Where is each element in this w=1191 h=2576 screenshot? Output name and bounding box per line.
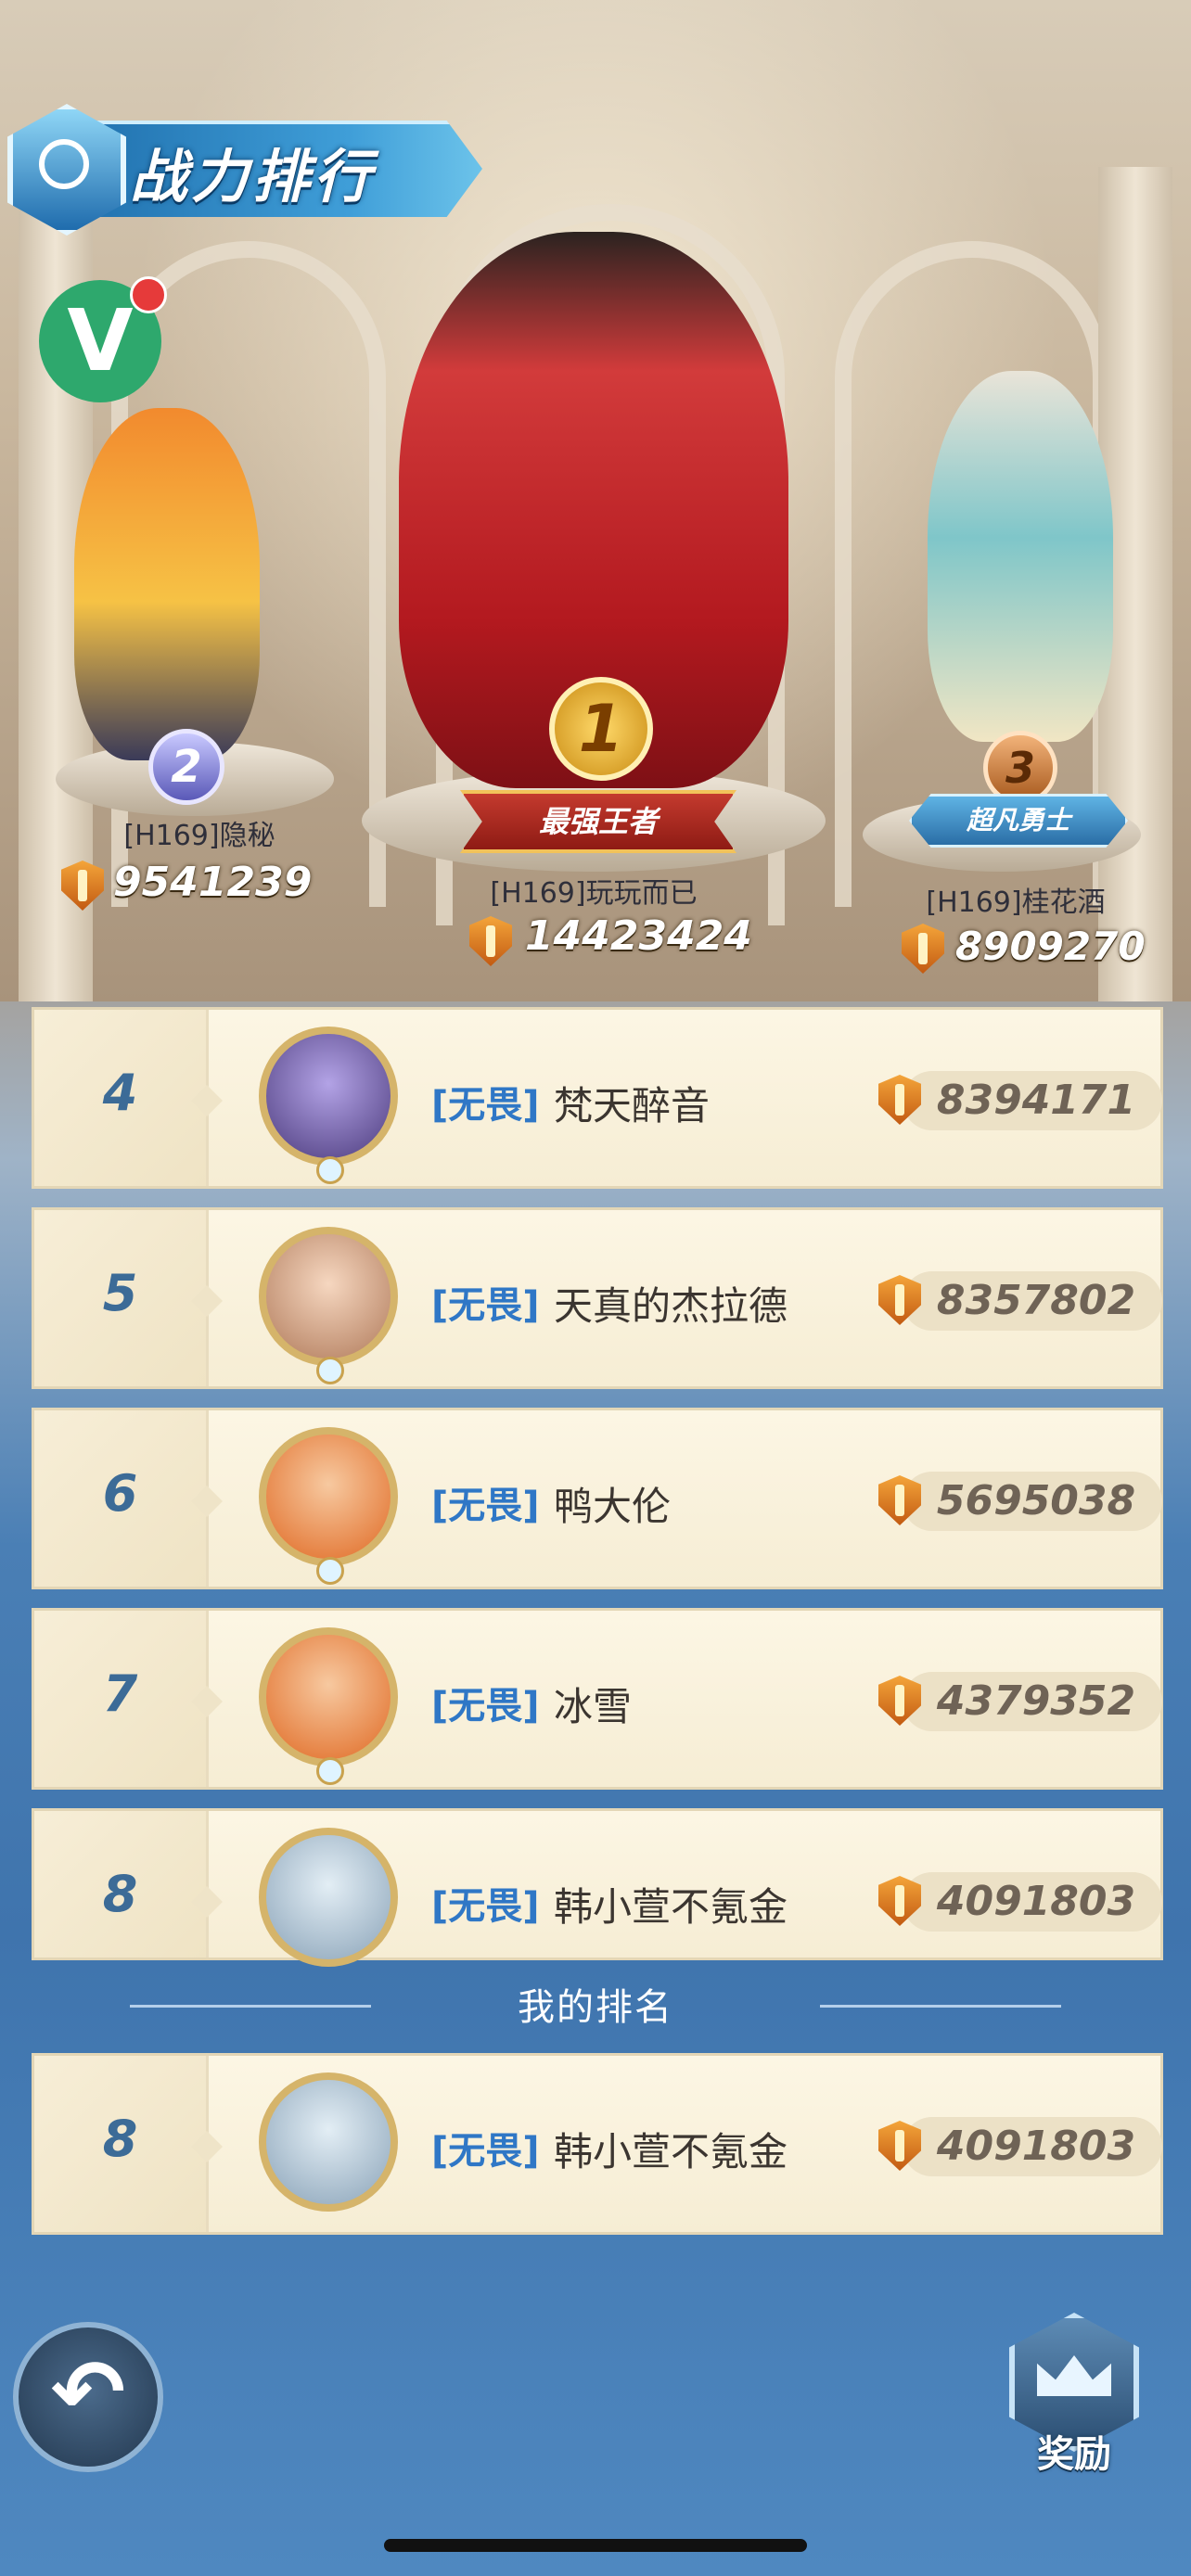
my-player-name: 韩小萱不氪金 bbox=[554, 2129, 788, 2174]
rank1-name: [H169]玩玩而已 bbox=[490, 877, 698, 910]
my-rank-number: 8 bbox=[102, 2110, 138, 2168]
player-avatar[interactable] bbox=[259, 1828, 398, 1967]
player-power: 5695038 bbox=[936, 1477, 1136, 1524]
rank2-name: [H169]隐秘 bbox=[123, 820, 275, 852]
rank-number: 5 bbox=[102, 1264, 138, 1322]
guild-tag: [无畏] bbox=[431, 1485, 540, 1527]
rank2-medal: 2 bbox=[148, 729, 224, 805]
player-name: 冰雪 bbox=[554, 1684, 633, 1729]
avatar-gem-icon bbox=[316, 1757, 344, 1785]
rank2-character[interactable] bbox=[74, 408, 260, 760]
rank1-title-text: 最强王者 bbox=[538, 804, 658, 839]
player-avatar[interactable] bbox=[259, 1627, 398, 1766]
player-power: 8394171 bbox=[936, 1077, 1136, 1124]
player-avatar[interactable] bbox=[259, 1227, 398, 1366]
rank-number: 7 bbox=[102, 1664, 138, 1723]
home-indicator[interactable] bbox=[384, 2539, 807, 2552]
my-rank-row[interactable]: 8 [无畏] 韩小萱不氪金 4091803 bbox=[32, 2053, 1163, 2235]
title-emblem-ring bbox=[39, 139, 89, 189]
guild-tag: [无畏] bbox=[431, 1885, 540, 1928]
rank3-title-text: 超凡勇士 bbox=[966, 805, 1070, 835]
rank1-power: 14423424 bbox=[525, 912, 752, 960]
guild-tag: [无畏] bbox=[431, 1084, 540, 1127]
rank3-character[interactable] bbox=[928, 371, 1113, 742]
notification-dot bbox=[130, 276, 167, 313]
my-rank-label: 我的排名 bbox=[518, 1986, 673, 2029]
player-name: 天真的杰拉德 bbox=[554, 1283, 788, 1329]
player-power: 4379352 bbox=[936, 1677, 1136, 1725]
avatar-gem-icon bbox=[316, 1156, 344, 1184]
page-title: 战力排行 bbox=[130, 143, 376, 210]
guild-tag: [无畏] bbox=[431, 1284, 540, 1327]
avatar-gem-icon bbox=[316, 1357, 344, 1384]
undo-arrow-icon: ↶ bbox=[50, 2340, 126, 2444]
rank2-power: 9541239 bbox=[113, 859, 313, 906]
player-name: 韩小萱不氪金 bbox=[554, 1884, 788, 1930]
ranking-row[interactable]: 8 [无畏] 韩小萱不氪金 4091803 bbox=[32, 1808, 1163, 1967]
rank3-name: [H169]桂花酒 bbox=[926, 886, 1106, 919]
player-power: 8357802 bbox=[936, 1277, 1136, 1324]
ranking-row[interactable]: 7 [无畏] 冰雪 4379352 bbox=[32, 1608, 1163, 1790]
guild-tag: [无畏] bbox=[431, 2130, 540, 2173]
rank-number: 8 bbox=[102, 1865, 138, 1923]
rank1-title-ribbon: 最强王者 bbox=[460, 790, 736, 853]
rank-number: 6 bbox=[102, 1464, 138, 1523]
rank-number: 4 bbox=[102, 1064, 138, 1122]
back-button[interactable]: ↶ bbox=[13, 2322, 163, 2472]
player-name: 鸭大伦 bbox=[554, 1484, 672, 1529]
player-avatar[interactable] bbox=[259, 1427, 398, 1566]
ranking-row[interactable]: 5 [无畏] 天真的杰拉德 8357802 bbox=[32, 1207, 1163, 1389]
rank3-power: 8909270 bbox=[955, 924, 1146, 969]
rank3-title-ribbon: 超凡勇士 bbox=[909, 794, 1128, 848]
avatar-gem-icon bbox=[316, 1557, 344, 1585]
rank2-number: 2 bbox=[171, 741, 202, 793]
rank1-number: 1 bbox=[578, 691, 624, 767]
player-power: 4091803 bbox=[936, 1878, 1136, 1925]
ranking-row[interactable]: 6 [无畏] 鸭大伦 5695038 bbox=[32, 1408, 1163, 1589]
player-avatar[interactable] bbox=[259, 1027, 398, 1166]
rank3-number: 3 bbox=[1005, 743, 1035, 793]
ranking-row[interactable]: 4 [无畏] 梵天醉音 8394171 bbox=[32, 1007, 1163, 1189]
reward-label[interactable]: 奖励 bbox=[1009, 2424, 1139, 2478]
player-name: 梵天醉音 bbox=[554, 1083, 711, 1129]
rank1-medal: 1 bbox=[549, 677, 653, 781]
guild-tag: [无畏] bbox=[431, 1685, 540, 1728]
my-power: 4091803 bbox=[936, 2123, 1136, 2170]
my-avatar[interactable] bbox=[259, 2072, 398, 2212]
